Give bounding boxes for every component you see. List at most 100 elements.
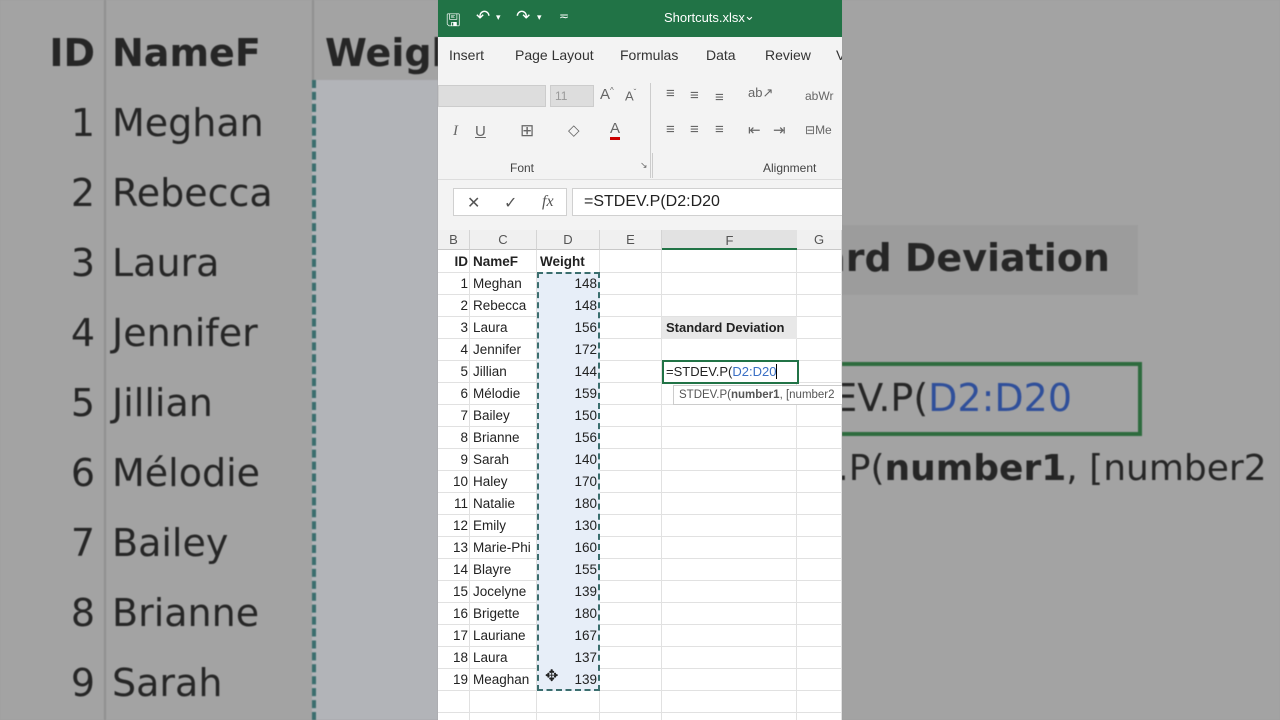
alignment-group-label: Alignment (763, 161, 817, 175)
column-header-e[interactable]: E (600, 230, 662, 250)
orientation-icon[interactable]: ab↗ (748, 85, 773, 101)
font-color-icon[interactable]: A (610, 121, 621, 140)
cell-weight[interactable]: 148 (537, 273, 599, 295)
cell-weight[interactable]: 180 (537, 603, 599, 625)
background-zoom-left: ID NameF Weight 1Meghan 2Rebecca 3Laura 4Je… (0, 0, 438, 720)
cell-weight[interactable]: 150 (537, 405, 599, 427)
header-id[interactable]: ID (438, 251, 469, 273)
cell-weight[interactable]: 148 (537, 295, 599, 317)
wrap-text-button[interactable]: abWr (805, 89, 833, 103)
undo-icon[interactable]: ↶ (476, 7, 490, 27)
decrease-indent-icon[interactable]: ⇤ (748, 121, 761, 139)
tab-formulas[interactable]: Formulas (620, 47, 678, 63)
cell-weight[interactable]: 167 (537, 625, 599, 647)
cell-id[interactable]: 9 (438, 449, 468, 471)
cell-id[interactable]: 2 (438, 295, 468, 317)
bg-row: 5 Jillian (70, 381, 213, 425)
worksheet-grid[interactable]: BCDEFG F ID NameF Weight 1Meghan1482Rebe… (438, 230, 842, 720)
customize-qat-icon[interactable]: ≂ (559, 9, 569, 23)
header-weight[interactable]: Weight (537, 251, 599, 273)
chevron-down-icon[interactable]: ⌄ (744, 8, 755, 24)
bg-row: 3 Laura (70, 241, 220, 285)
increase-font-icon[interactable]: A^ (600, 86, 614, 103)
cell-weight[interactable]: 180 (537, 493, 599, 515)
column-header-g[interactable]: G (797, 230, 842, 250)
cell-weight[interactable]: 172 (537, 339, 599, 361)
tab-review[interactable]: Review (765, 47, 811, 63)
cell-id[interactable]: 10 (438, 471, 468, 493)
cell-id[interactable]: 17 (438, 625, 468, 647)
font-size-select[interactable]: 11 (550, 85, 594, 107)
merge-button[interactable]: ⊟Me (805, 123, 832, 137)
cell-weight[interactable]: 140 (537, 449, 599, 471)
cell-weight[interactable]: 130 (537, 515, 599, 537)
redo-icon[interactable]: ↷ (516, 7, 530, 27)
cancel-icon[interactable]: ✕ (467, 193, 480, 213)
align-right-icon[interactable]: ≡ (715, 121, 724, 138)
align-left-icon[interactable]: ≡ (666, 121, 675, 138)
tab-data[interactable]: Data (706, 47, 736, 63)
cell-id[interactable]: 16 (438, 603, 468, 625)
fill-color-icon[interactable]: ◇ (568, 121, 580, 139)
cell-id[interactable]: 4 (438, 339, 468, 361)
enter-icon[interactable]: ✓ (504, 193, 517, 213)
borders-icon[interactable]: ⊞ (520, 121, 534, 141)
active-cell-editor[interactable]: =STDEV.P(D2:D20 (662, 360, 799, 384)
formula-input[interactable]: =STDEV.P(D2:D20 (572, 188, 842, 216)
table-row: 17 Lauriane 167 (438, 625, 842, 647)
bg-row: 1 Meghan (70, 101, 264, 145)
cell-id[interactable]: 12 (438, 515, 468, 537)
italic-icon[interactable]: I (453, 123, 458, 140)
font-name-select[interactable] (438, 85, 546, 107)
align-middle-icon[interactable]: ≡ (690, 87, 699, 104)
tab-insert[interactable]: Insert (449, 47, 484, 63)
column-header-f[interactable]: F (662, 231, 797, 251)
table-row: 13 Marie-Phi 160 (438, 537, 842, 559)
file-name[interactable]: Shortcuts.xlsx (664, 10, 745, 25)
cell-weight[interactable]: 156 (537, 427, 599, 449)
column-header-b[interactable]: B (438, 230, 470, 250)
bg-label: Standard Deviation (842, 236, 1110, 280)
cell-id[interactable]: 13 (438, 537, 468, 559)
cell-weight[interactable]: 139 (537, 581, 599, 603)
cell-weight[interactable]: 159 (537, 383, 599, 405)
align-center-icon[interactable]: ≡ (690, 121, 699, 138)
tab-view[interactable]: V (836, 47, 842, 63)
function-tooltip: STDEV.P(number1, [number2 (673, 385, 842, 405)
align-bottom-icon[interactable]: ≡ (715, 89, 724, 106)
cell-id[interactable]: 14 (438, 559, 468, 581)
insert-function-icon[interactable]: fx (542, 193, 554, 211)
save-icon[interactable]: 🖫 (446, 8, 460, 37)
undo-dropdown-icon[interactable]: ▾ (496, 12, 501, 23)
cell-id[interactable]: 3 (438, 317, 468, 339)
cell-id[interactable]: 8 (438, 427, 468, 449)
bg-header-name: NameF (112, 31, 261, 75)
redo-dropdown-icon[interactable]: ▾ (537, 12, 542, 23)
cell-weight[interactable]: 160 (537, 537, 599, 559)
font-dialog-launcher-icon[interactable]: ↘ (640, 160, 648, 171)
increase-indent-icon[interactable]: ⇥ (773, 121, 786, 139)
cell-weight[interactable]: 144 (537, 361, 599, 383)
bg-row: 7 Bailey (70, 521, 229, 565)
cell-id[interactable]: 1 (438, 273, 468, 295)
column-header-d[interactable]: D (537, 230, 600, 250)
tab-page-layout[interactable]: Page Layout (515, 47, 594, 63)
align-top-icon[interactable]: ≡ (666, 85, 675, 102)
cell-id[interactable]: 6 (438, 383, 468, 405)
cell-weight[interactable]: 156 (537, 317, 599, 339)
decrease-font-icon[interactable]: Aˇ (625, 88, 636, 103)
cell-id[interactable]: 11 (438, 493, 468, 515)
cell-id[interactable]: 18 (438, 647, 468, 669)
formula-buttons: ✕ ✓ fx (453, 188, 567, 216)
cell-weight[interactable]: 170 (537, 471, 599, 493)
column-header-c[interactable]: C (470, 230, 537, 250)
cell-weight[interactable]: 155 (537, 559, 599, 581)
table-row: 7 Bailey 150 (438, 405, 842, 427)
cell-id[interactable]: 15 (438, 581, 468, 603)
standard-deviation-label[interactable]: Standard Deviation (662, 317, 797, 339)
underline-icon[interactable]: U (475, 123, 486, 140)
cell-id[interactable]: 19 (438, 669, 468, 691)
bg-header-weight: Weight (325, 31, 438, 75)
cell-id[interactable]: 7 (438, 405, 468, 427)
cell-id[interactable]: 5 (438, 361, 468, 383)
